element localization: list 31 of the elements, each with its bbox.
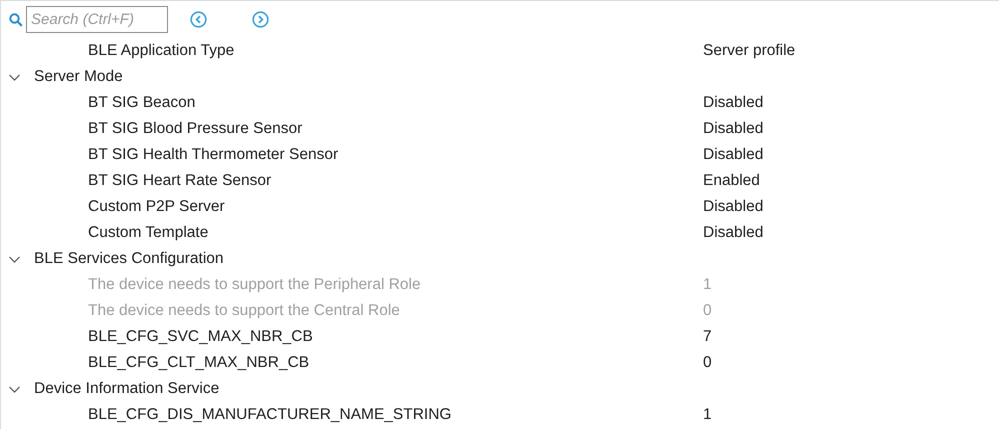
property-name: BLE_CFG_CLT_MAX_NBR_CB xyxy=(88,354,310,372)
property-name: BLE_CFG_DIS_MANUFACTURER_NAME_STRING xyxy=(88,406,452,424)
property-value: Disabled xyxy=(703,198,764,216)
property-name: The device needs to support the Peripheral Role xyxy=(88,276,422,294)
property-value: 1 xyxy=(703,406,712,424)
property-name: BT SIG Blood Pressure Sensor xyxy=(88,120,304,138)
property-value: 0 xyxy=(703,354,712,372)
property-name: BT SIG Beacon xyxy=(88,94,196,112)
search-icon xyxy=(9,12,23,26)
property-name: Custom P2P Server xyxy=(88,198,226,216)
property-name: BT SIG Health Thermometer Sensor xyxy=(88,146,340,164)
property-name: The device needs to support the Central Role xyxy=(88,302,401,320)
property-name: BLE Application Type xyxy=(88,42,236,60)
property-name: Custom Template xyxy=(88,224,210,242)
property-value: 7 xyxy=(703,328,712,346)
property-value: Disabled xyxy=(703,224,764,242)
property-value: Server profile xyxy=(703,42,796,60)
next-icon xyxy=(252,11,269,28)
property-value: 1 xyxy=(703,276,712,294)
property-name: BLE_CFG_SVC_MAX_NBR_CB xyxy=(88,328,314,346)
group-label[interactable]: Server Mode xyxy=(34,68,123,86)
property-value: Disabled xyxy=(703,146,764,164)
property-name: BT SIG Heart Rate Sensor xyxy=(88,172,272,190)
property-value: Enabled xyxy=(703,172,760,190)
group-label[interactable]: Device Information Service xyxy=(34,380,220,398)
property-value: Disabled xyxy=(703,120,764,138)
search-field[interactable]: Search (Ctrl+F) xyxy=(26,6,168,33)
group-label[interactable]: BLE Services Configuration xyxy=(34,250,224,268)
property-value: 0 xyxy=(703,302,712,320)
property-value: Disabled xyxy=(703,94,764,112)
previous-icon xyxy=(190,11,207,28)
